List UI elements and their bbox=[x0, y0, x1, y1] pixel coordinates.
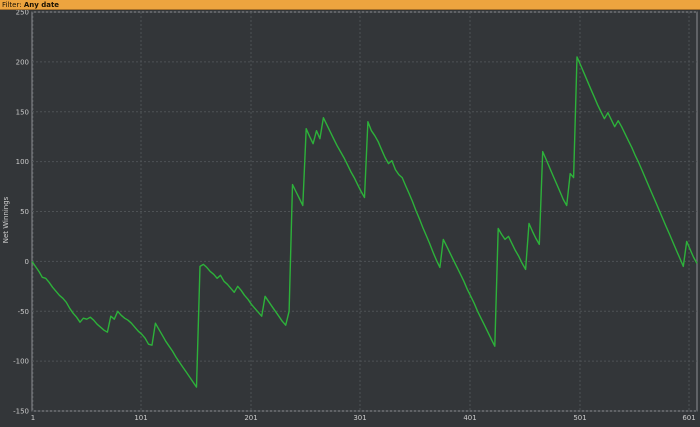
x-tick-label: 201 bbox=[244, 414, 257, 422]
axis-layer: -150 -100 -50 0 50 100 150 200 250 1 101 201 301 401 5… bbox=[13, 10, 696, 422]
y-tick-label: 0 bbox=[25, 258, 29, 266]
y-tick-label: -50 bbox=[18, 308, 29, 316]
x-tick-label: 401 bbox=[463, 414, 476, 422]
y-tick-label: 150 bbox=[16, 108, 29, 116]
y-tick-label: 100 bbox=[16, 158, 29, 166]
series-layer bbox=[31, 56, 698, 388]
net-winnings-chart: -150 -100 -50 0 50 100 150 200 250 1 101 201 301 401 5… bbox=[2, 10, 698, 422]
x-tick-label: 101 bbox=[134, 414, 147, 422]
net-winnings-line bbox=[31, 56, 698, 388]
y-tick-label: -150 bbox=[13, 408, 29, 416]
filter-label: Filter: bbox=[2, 1, 22, 9]
y-tick-label: 50 bbox=[20, 208, 29, 216]
y-tick-label: 200 bbox=[16, 58, 29, 66]
filter-value[interactable]: Any date bbox=[24, 1, 59, 9]
grid-layer bbox=[31, 11, 698, 412]
filter-bar[interactable]: Filter: Any date bbox=[0, 0, 700, 10]
x-tick-label: 501 bbox=[573, 414, 586, 422]
y-tick-label: -100 bbox=[13, 358, 29, 366]
filter-text: Filter: Any date bbox=[2, 0, 59, 10]
x-tick-label: 601 bbox=[682, 414, 695, 422]
x-tick-label: 1 bbox=[31, 414, 35, 422]
y-axis-label: Net Winnings bbox=[2, 196, 10, 243]
y-tick-label: 250 bbox=[16, 10, 29, 17]
x-tick-label: 301 bbox=[353, 414, 366, 422]
